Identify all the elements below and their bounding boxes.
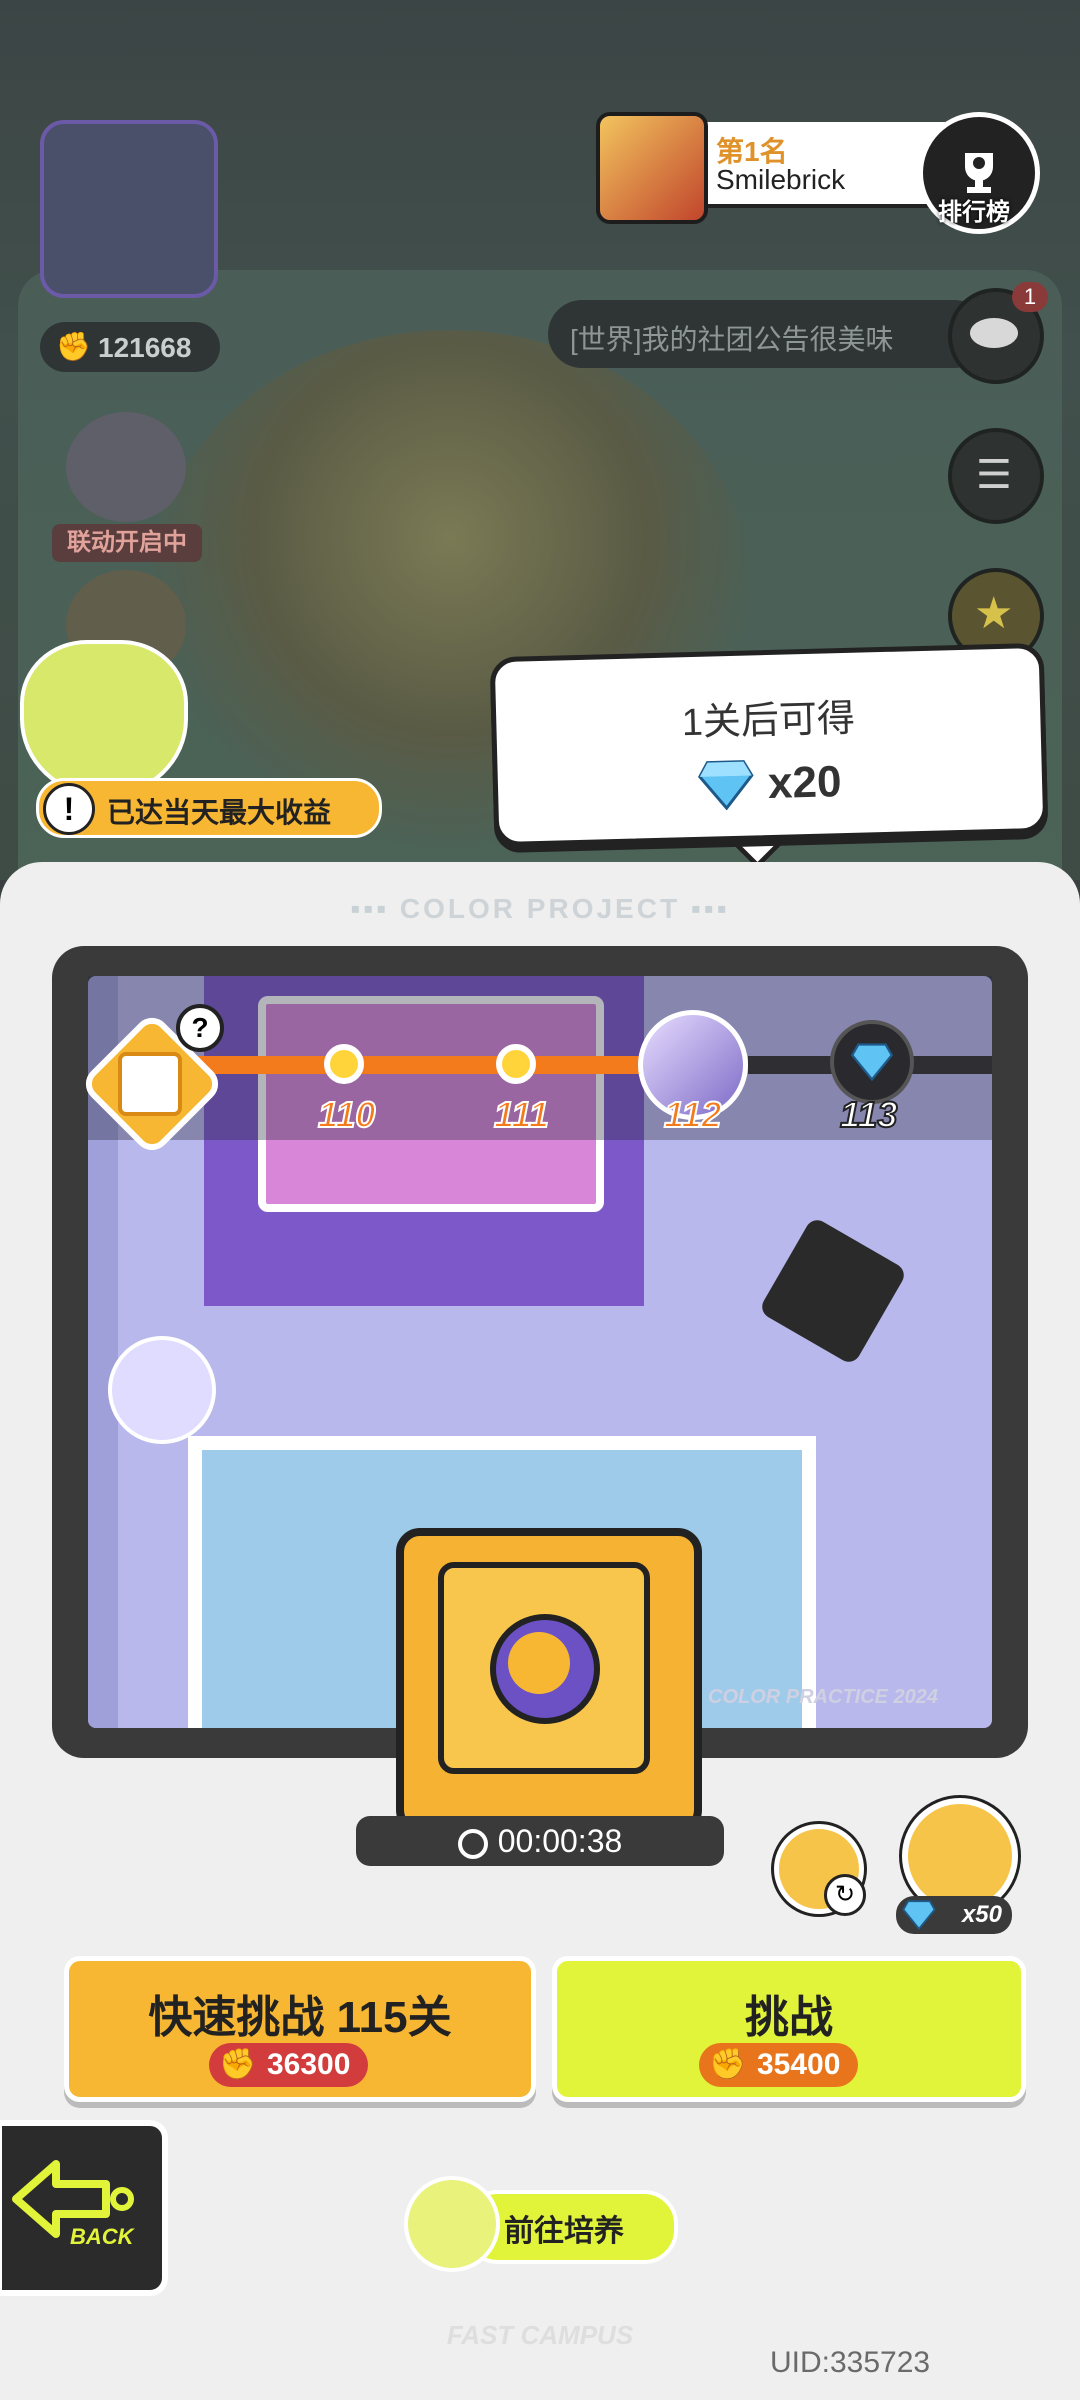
warning-icon: ! <box>43 783 95 835</box>
challenge-cost: ✊ 35400 <box>699 2043 859 2087</box>
chat-icon <box>970 318 1018 348</box>
diamond-icon <box>698 760 754 811</box>
level-label: 111 <box>493 1093 550 1136</box>
level-label: 110 <box>317 1093 376 1136</box>
fist-icon: ✊ <box>709 2048 747 2081</box>
reward-node <box>830 1020 914 1104</box>
panel-title: ▪▪▪ COLOR PROJECT ▪▪▪ <box>350 893 730 924</box>
clock-gem-cost-value: x50 <box>961 1901 1002 1928</box>
rank-name: Smilebrick <box>716 164 846 195</box>
event-avatar[interactable] <box>66 412 186 522</box>
task-button[interactable]: ☰ <box>948 428 1044 524</box>
rank-avatar <box>596 112 708 224</box>
ink-enemy <box>757 1215 909 1367</box>
challenge-cost-value: 35400 <box>757 2048 841 2081</box>
power-value: 121668 <box>98 332 192 363</box>
player-character <box>108 1336 216 1444</box>
chat-bar[interactable]: [世界]我的社团公告很美味 <box>548 300 988 368</box>
refresh-icon: ↻ <box>824 1874 866 1916</box>
level-node <box>324 1044 364 1084</box>
chat-badge: 1 <box>1012 282 1048 312</box>
tooltip-reward: x20 <box>697 752 899 817</box>
clock-gem-cost: x50 <box>896 1896 1012 1934</box>
rank-card[interactable]: 第1名 Smilebrick 排行榜 <box>596 112 1040 234</box>
map-watermark: COLOR PRACTICE 2024 <box>708 1686 939 1708</box>
notice-text: 已达当天最大收益 <box>107 797 332 828</box>
fist-icon: ✊ <box>56 331 91 362</box>
quick-challenge-label: 快速挑战 115关 <box>148 1993 452 2042</box>
quick-cost-value: 36300 <box>267 2048 351 2081</box>
star-icon: ★ <box>974 589 1014 638</box>
clock-icon <box>457 1828 488 1859</box>
sun-emblem <box>508 1632 570 1694</box>
event-label[interactable]: 联动开启中 <box>52 524 202 562</box>
level-label: 112 <box>663 1093 722 1136</box>
quick-challenge-button[interactable]: 快速挑战 115关 ✊ 36300 <box>64 1956 536 2102</box>
mascot-character <box>20 640 188 798</box>
leaderboard-label: 排行榜 <box>938 199 1010 226</box>
tooltip-reward-amount: x20 <box>767 757 843 809</box>
level-node <box>496 1044 536 1084</box>
go-train-button[interactable]: 前往培养 <box>404 2176 678 2272</box>
timer: 00:00:38 <box>356 1816 724 1866</box>
train-avatar <box>404 2176 500 2272</box>
quick-challenge-cost: ✊ 36300 <box>209 2043 369 2087</box>
max-earnings-notice: ! 已达当天最大收益 <box>36 778 382 838</box>
task-list-icon: ☰ <box>976 453 1012 497</box>
chat-text: [世界]我的社团公告很美味 <box>570 324 894 355</box>
help-icon[interactable]: ? <box>176 1004 224 1052</box>
tooltip-title: 1关后可得 <box>681 697 856 745</box>
challenge-button[interactable]: 挑战 ✊ 35400 <box>552 1956 1026 2102</box>
level-label: 113 <box>839 1093 898 1136</box>
reward-tooltip: 1关后可得 x20 <box>489 642 1049 848</box>
back-button[interactable] <box>0 2120 168 2296</box>
back-label: BACK <box>70 2224 134 2249</box>
challenge-label: 挑战 <box>745 1993 833 2042</box>
box-icon <box>118 1052 182 1116</box>
fist-icon: ✊ <box>219 2048 257 2081</box>
timer-value: 00:00:38 <box>497 1823 623 1859</box>
diamond-icon <box>850 1043 894 1081</box>
diamond-icon <box>902 1900 936 1930</box>
uid-label: UID:335723 <box>770 2346 931 2379</box>
refresh-clock-button[interactable]: ↻ <box>768 1816 866 1916</box>
player-avatar[interactable] <box>40 120 218 298</box>
power-pill: ✊ 121668 <box>40 322 220 372</box>
train-label: 前往培养 <box>504 2215 624 2248</box>
